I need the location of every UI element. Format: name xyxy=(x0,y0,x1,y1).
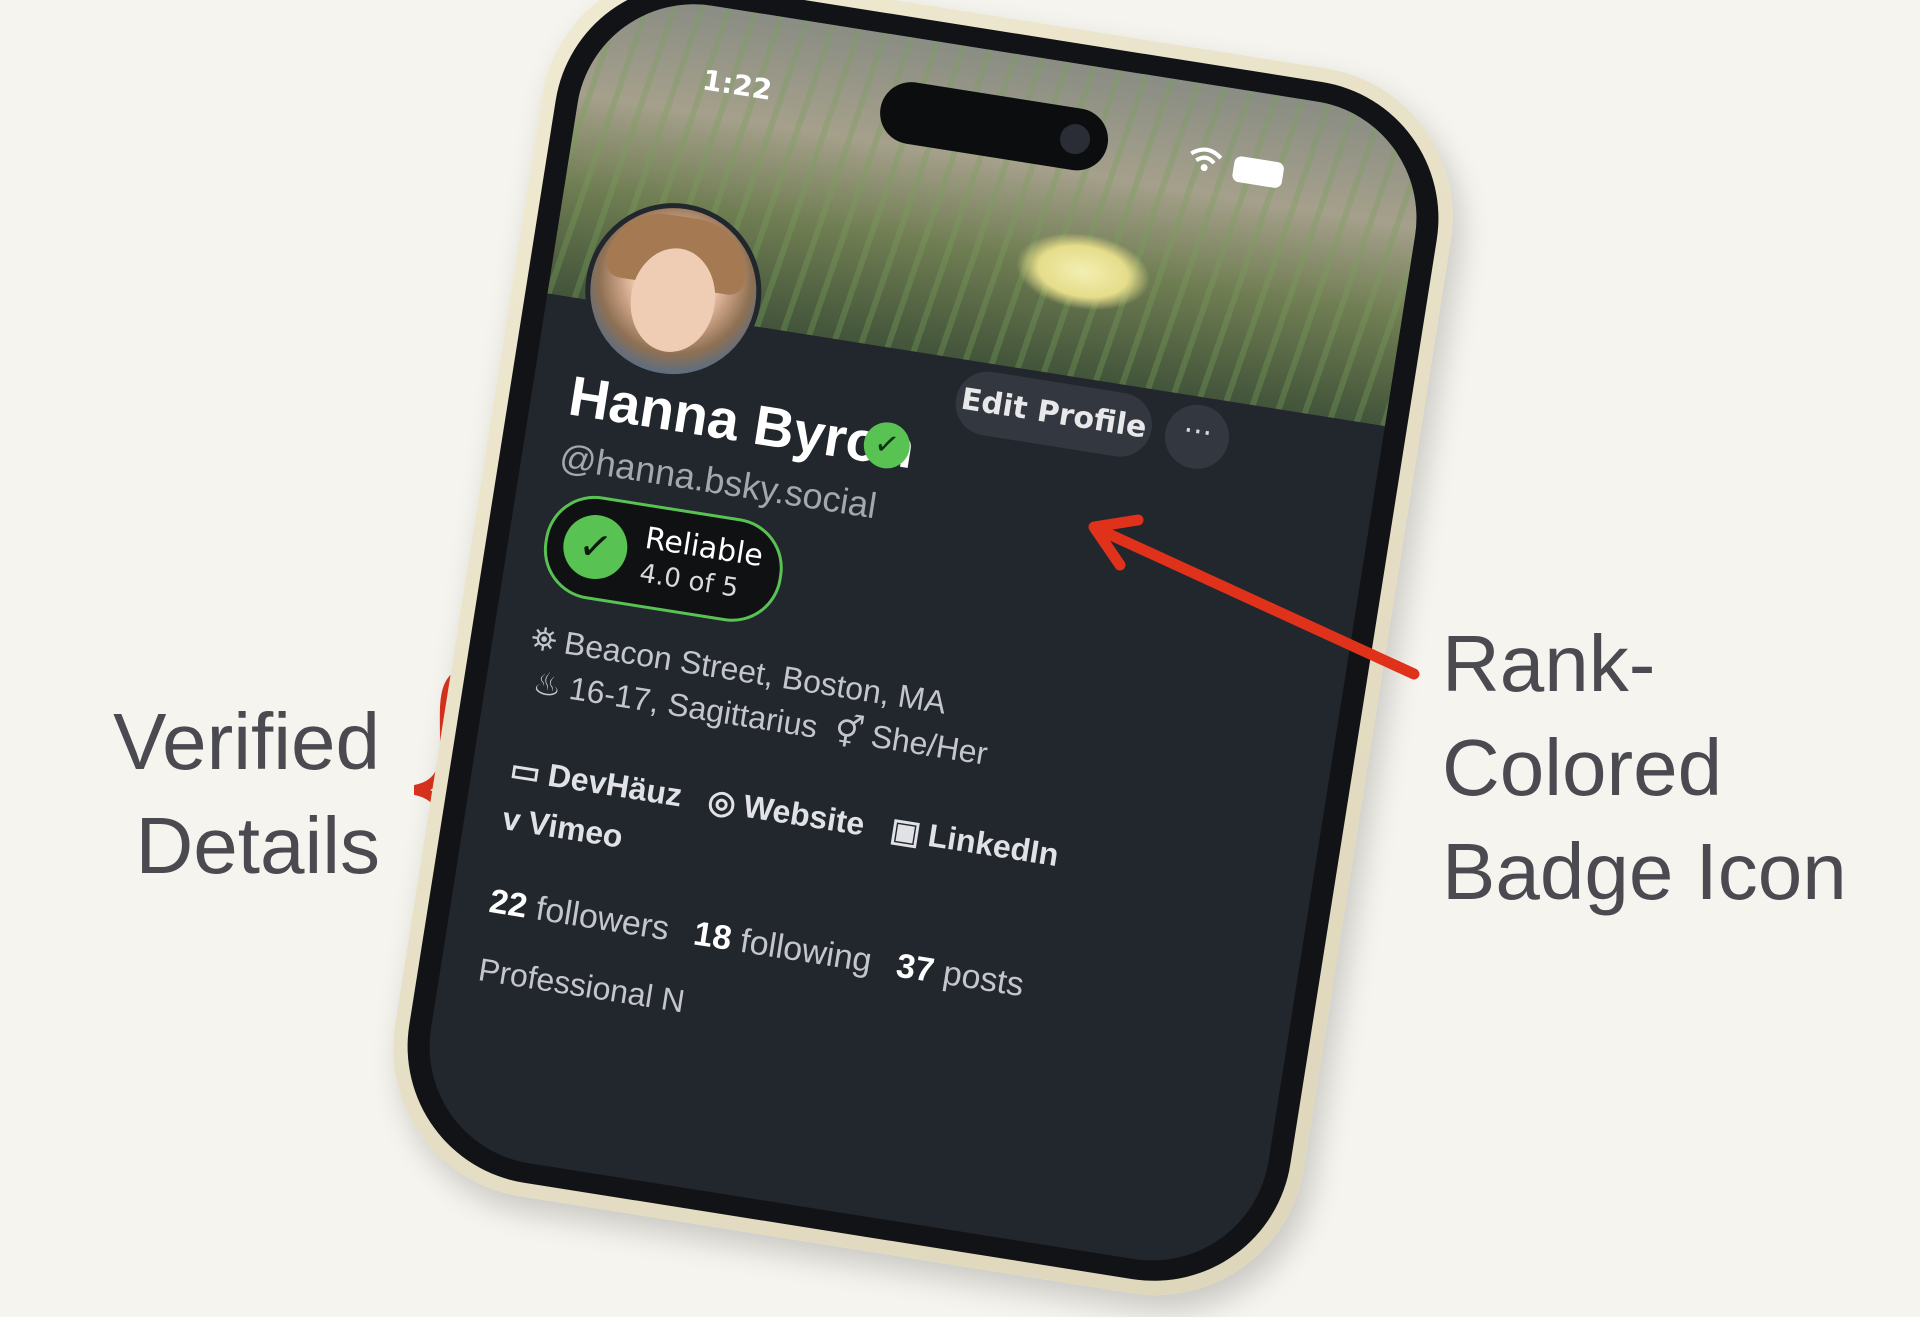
link-vimeo-label: Vimeo xyxy=(525,804,626,855)
link-website-label: Website xyxy=(740,787,868,843)
compass-icon: ◎ xyxy=(705,782,739,822)
followers-stat[interactable]: 22 followers xyxy=(487,882,688,950)
camera-icon xyxy=(1057,121,1093,157)
gender-icon: ⚥ xyxy=(832,711,867,753)
reliable-check-icon: ✓ xyxy=(558,510,632,584)
verified-details-label-line2: Details xyxy=(135,801,380,890)
more-options-button[interactable]: ··· xyxy=(1160,400,1234,474)
rank-colored-badge-label-line1: Rank- xyxy=(1442,619,1656,708)
followers-count: 22 xyxy=(486,882,531,926)
rank-colored-badge-label-line3: Badge Icon xyxy=(1442,827,1847,916)
phone-mockup: 1:22 Edit Profile ··· Hanna Byron ✓ @han… xyxy=(371,0,1475,1317)
pronouns-text: She/Her xyxy=(868,717,991,772)
cake-icon: ♨ xyxy=(530,664,565,705)
followers-label: followers xyxy=(533,889,672,949)
link-devhauz-label: DevHäuz xyxy=(545,756,685,814)
posts-stat[interactable]: 37 posts xyxy=(894,947,1043,1007)
vimeo-icon: v xyxy=(499,800,524,839)
pronouns-detail: ⚥She/Her xyxy=(823,711,990,772)
verified-details-label: Verified Details xyxy=(100,690,380,898)
wifi-icon xyxy=(1186,144,1225,182)
rank-colored-badge-label: Rank- Colored Badge Icon xyxy=(1442,612,1902,924)
link-website[interactable]: ◎Website xyxy=(705,782,867,842)
link-vimeo[interactable]: vVimeo xyxy=(500,800,625,855)
profile-screen: 1:22 Edit Profile ··· Hanna Byron ✓ @han… xyxy=(412,0,1434,1278)
map-icon: ⛯ xyxy=(528,619,560,659)
following-label: following xyxy=(737,921,875,981)
reliability-badge[interactable]: ✓ Reliable 4.0 of 5 xyxy=(536,488,790,629)
posts-label: posts xyxy=(940,953,1027,1005)
linkedin-icon: ▣ xyxy=(887,810,924,852)
verified-details-label-line1: Verified xyxy=(113,697,380,786)
laptop-code-icon: ▭ xyxy=(507,750,544,792)
link-linkedin[interactable]: ▣LinkedIn xyxy=(888,811,1061,873)
following-stat[interactable]: 18 following xyxy=(691,914,890,982)
posts-count: 37 xyxy=(893,946,937,991)
following-count: 18 xyxy=(691,914,735,958)
professional-text: Professional N xyxy=(476,951,688,1020)
link-linkedin-label: LinkedIn xyxy=(925,816,1062,874)
rank-colored-badge-label-line2: Colored xyxy=(1442,723,1723,812)
